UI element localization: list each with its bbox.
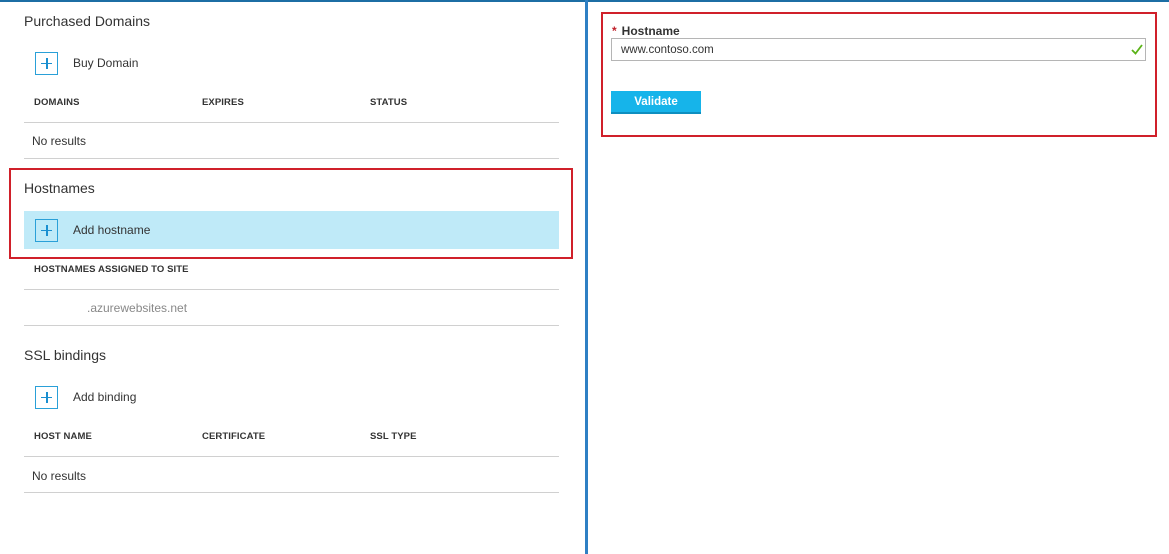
callout-box-hostname-form	[601, 12, 1157, 137]
ssl-bindings-title: SSL bindings	[24, 347, 106, 363]
add-binding-label: Add binding	[73, 390, 137, 404]
ssl-empty-text: No results	[32, 469, 87, 483]
divider-line	[24, 492, 559, 493]
divider-line	[24, 289, 559, 290]
hostname-row[interactable]: .azurewebsites.net	[87, 301, 187, 315]
buy-domain-label: Buy Domain	[73, 56, 139, 70]
domains-empty-text: No results	[32, 134, 87, 148]
callout-box-hostnames	[9, 168, 573, 259]
plus-icon	[35, 51, 58, 75]
column-header-domains[interactable]: DOMAINS	[34, 97, 80, 108]
divider-line	[24, 325, 559, 326]
column-header-status[interactable]: STATUS	[370, 97, 407, 108]
column-header-expires[interactable]: EXPIRES	[202, 97, 244, 108]
left-pane	[0, 0, 586, 554]
plus-icon	[35, 385, 58, 409]
column-header-ssl-type[interactable]: SSL TYPE	[370, 431, 417, 442]
divider-line	[24, 456, 559, 457]
column-header-certificate[interactable]: CERTIFICATE	[202, 431, 265, 442]
divider-line	[24, 158, 559, 159]
column-header-host-name[interactable]: HOST NAME	[34, 431, 92, 442]
purchased-domains-title: Purchased Domains	[24, 13, 151, 29]
divider-line	[24, 122, 559, 123]
column-header-hostnames-assigned[interactable]: HOSTNAMES ASSIGNED TO SITE	[34, 264, 189, 275]
add-binding-button[interactable]: Add binding	[24, 378, 559, 416]
buy-domain-button[interactable]: Buy Domain	[24, 44, 559, 82]
